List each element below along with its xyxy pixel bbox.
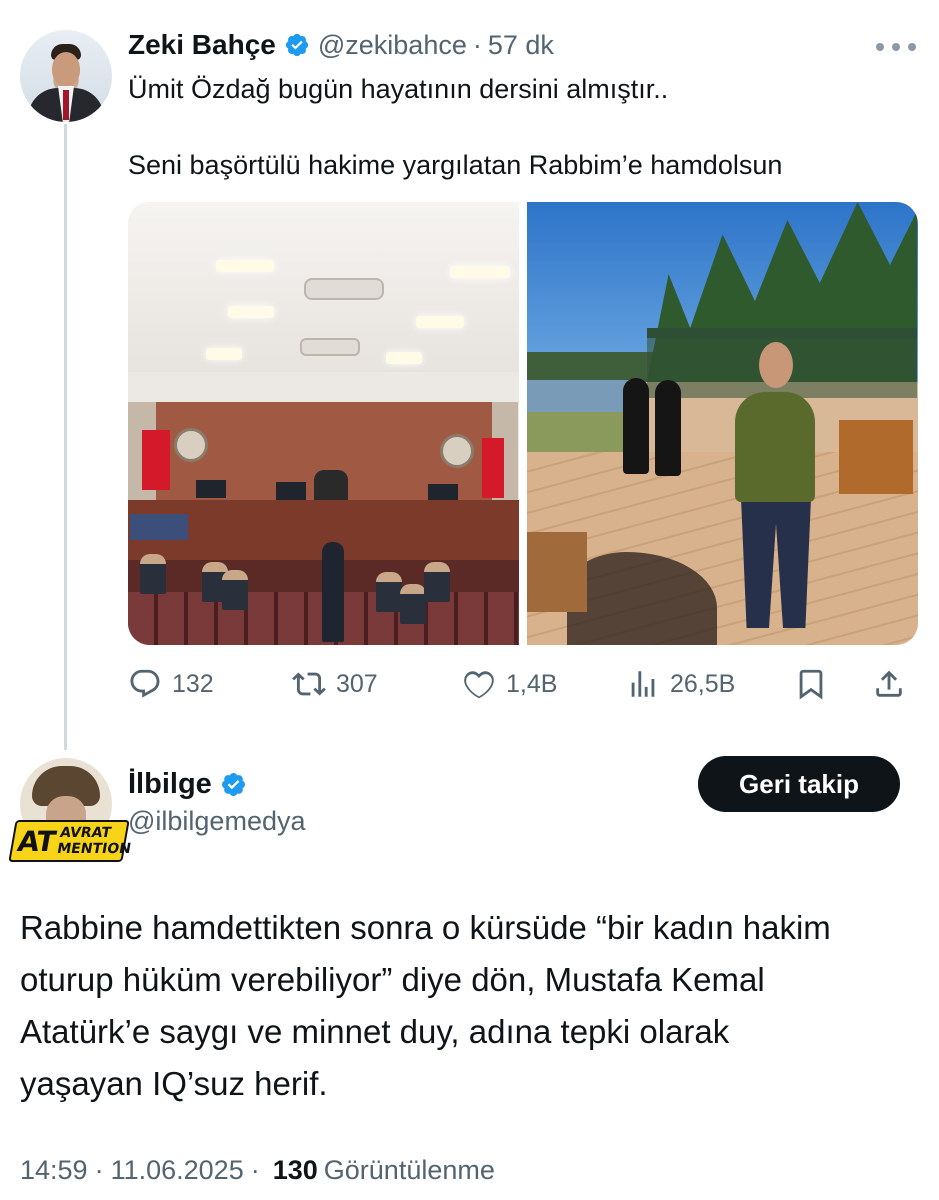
tweet-text-line: Ümit Özdağ bugün hayatının dersini almış… bbox=[128, 74, 669, 104]
courtroom-photo[interactable] bbox=[128, 202, 519, 645]
tweet-header: İlbilge bbox=[128, 766, 247, 802]
avatar-badge-logo: AT AVRAT MENTION bbox=[8, 820, 132, 862]
views-button[interactable]: 26,5B bbox=[626, 664, 735, 704]
tweet-time[interactable]: 14:59 bbox=[20, 1155, 88, 1186]
tweet-actions: 132 307 1,4B 26,5B bbox=[128, 664, 918, 704]
follow-back-button[interactable]: Geri takip bbox=[698, 756, 900, 812]
verified-badge-icon bbox=[285, 33, 308, 57]
avatar[interactable] bbox=[20, 30, 112, 122]
author-handle[interactable]: @zekibahce bbox=[318, 30, 467, 61]
bookmark-button[interactable] bbox=[794, 664, 838, 704]
separator-dot: · bbox=[472, 29, 482, 60]
tweet-text-line: oturup hüküm verebiliyor” diye dön, Must… bbox=[20, 961, 765, 998]
share-icon bbox=[876, 670, 902, 697]
author-name[interactable]: Zeki Bahçe bbox=[128, 29, 276, 61]
views-chart-icon bbox=[631, 671, 655, 697]
outdoor-photo[interactable] bbox=[527, 202, 918, 645]
author-name[interactable]: İlbilge bbox=[128, 768, 212, 801]
heart-icon bbox=[464, 671, 494, 699]
views-label: Görüntülenme bbox=[323, 1154, 495, 1185]
verified-badge-icon bbox=[221, 772, 245, 796]
tweet-date[interactable]: 11.06.2025 bbox=[111, 1155, 244, 1186]
tweet-time[interactable]: 57 dk bbox=[488, 30, 554, 61]
repost-button[interactable]: 307 bbox=[292, 664, 378, 704]
reply-icon bbox=[130, 669, 160, 698]
tweet-text-line: Seni başörtülü hakime yargılatan Rabbim’… bbox=[128, 150, 783, 180]
tweet-header: Zeki Bahçe @zekibahce · 57 dk bbox=[128, 28, 554, 62]
views-count: 26,5B bbox=[670, 669, 736, 698]
tweet-text-line: yaşayan IQ’suz herif. bbox=[20, 1065, 328, 1102]
tweet-meta: 14:59 · 11.06.2025 · 130 Görüntülenme bbox=[20, 1150, 495, 1190]
bookmark-icon bbox=[799, 669, 823, 700]
like-button[interactable]: 1,4B bbox=[462, 664, 557, 704]
separator-dot: · bbox=[94, 1154, 104, 1185]
reply-button[interactable]: 132 bbox=[128, 664, 214, 704]
repost-icon bbox=[292, 672, 326, 696]
share-button[interactable] bbox=[872, 664, 916, 704]
tweet-text: Rabbine hamdettikten sonra o kürsüde “bi… bbox=[20, 902, 920, 1110]
more-options-icon[interactable] bbox=[876, 40, 916, 54]
tweet-text-line: Atatürk’e saygı ve minnet duy, adına tep… bbox=[20, 1013, 730, 1050]
media-gallery bbox=[128, 202, 918, 645]
author-handle[interactable]: @ilbilgemedya bbox=[128, 806, 306, 837]
separator-dot: · bbox=[250, 1154, 260, 1185]
views-count: 130 bbox=[272, 1154, 318, 1185]
repost-count: 307 bbox=[336, 669, 378, 698]
thread-connector-line bbox=[64, 124, 67, 750]
tweet-text-line: Rabbine hamdettikten sonra o kürsüde “bi… bbox=[20, 909, 831, 946]
reply-count: 132 bbox=[172, 669, 214, 698]
like-count: 1,4B bbox=[506, 669, 558, 698]
